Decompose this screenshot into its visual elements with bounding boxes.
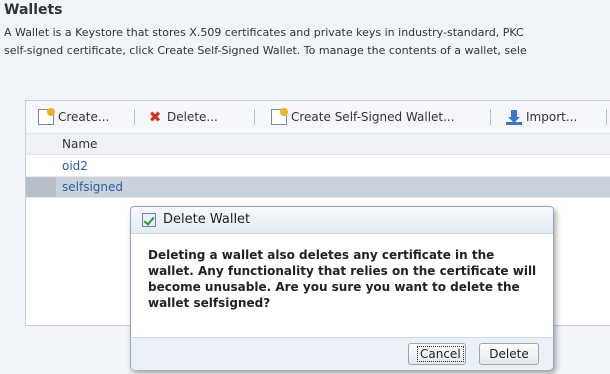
confirm-checkbox-icon (142, 213, 156, 227)
import-icon (506, 109, 522, 125)
dialog-footer: Cancel Delete (131, 337, 553, 370)
wallets-toolbar: Create... ✖ Delete... Create Self-Signed… (26, 101, 610, 134)
name-column-header[interactable]: Name (26, 134, 610, 155)
description-line-1: A Wallet is a Keystore that stores X.509… (4, 26, 524, 39)
create-self-signed-wallet-button[interactable]: Create Self-Signed Wallet... (271, 108, 455, 126)
toolbar-separator (134, 109, 135, 125)
import-button[interactable]: Import... (506, 108, 577, 126)
import-button-label: Import... (526, 110, 578, 124)
delete-button[interactable]: ✖ Delete... (147, 108, 218, 126)
toolbar-separator (490, 109, 491, 125)
name-column-label: Name (62, 137, 98, 151)
page-title: Wallets (4, 2, 63, 18)
wallet-name-link[interactable]: oid2 (62, 159, 88, 173)
create-button[interactable]: Create... (38, 108, 109, 126)
create-self-signed-label: Create Self-Signed Wallet... (291, 110, 455, 124)
create-self-signed-icon (271, 108, 288, 125)
description-line-2: self-signed certificate, click Create Se… (4, 44, 527, 57)
delete-button-label: Delete... (167, 110, 218, 124)
create-button-label: Create... (58, 110, 110, 124)
toolbar-separator (254, 109, 255, 125)
wallet-name-link[interactable]: selfsigned (62, 180, 123, 194)
table-row-selected[interactable]: selfsigned (26, 177, 610, 198)
dialog-message: Deleting a wallet also deletes any certi… (148, 248, 537, 310)
cancel-button[interactable]: Cancel (408, 343, 466, 365)
row-selector-gutter (26, 177, 56, 197)
toolbar-separator (606, 109, 607, 125)
delete-x-icon: ✖ (148, 108, 162, 126)
table-row[interactable]: oid2 (26, 156, 610, 177)
cancel-button-label: Cancel (417, 346, 464, 362)
create-icon (38, 108, 55, 125)
delete-wallet-dialog: Delete Wallet Deleting a wallet also del… (130, 206, 554, 370)
dialog-title: Delete Wallet (163, 212, 251, 227)
delete-confirm-button[interactable]: Delete (479, 343, 539, 365)
dialog-header: Delete Wallet (131, 207, 553, 234)
page-description: A Wallet is a Keystore that stores X.509… (4, 24, 610, 60)
